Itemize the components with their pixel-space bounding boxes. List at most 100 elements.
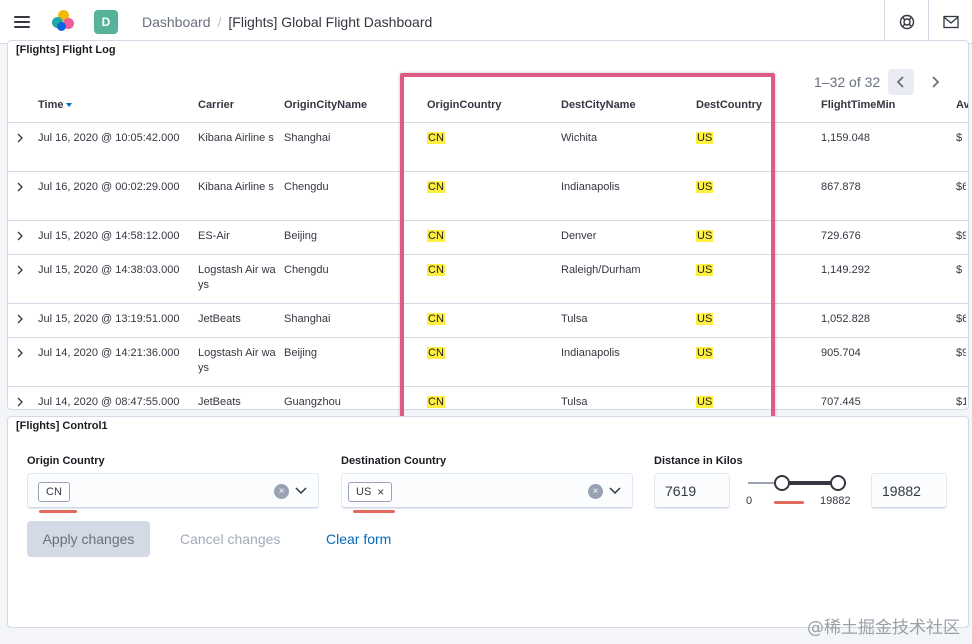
sort-down-icon bbox=[66, 103, 73, 108]
cell-dest-city: Wichita bbox=[561, 132, 598, 144]
annotation-underline bbox=[39, 510, 77, 513]
chevron-down-icon[interactable] bbox=[609, 486, 621, 496]
column-header-dest-country[interactable]: DestCountry bbox=[696, 99, 762, 111]
slider-max-label: 19882 bbox=[820, 495, 851, 507]
column-header-avg-price[interactable]: Av bbox=[956, 99, 968, 111]
cell-origin-country: CN bbox=[427, 181, 445, 193]
cell-time: Jul 14, 2020 @ 14:21:36.000 bbox=[38, 347, 180, 359]
cell-flight-time: 905.704 bbox=[821, 347, 861, 359]
origin-country-combobox[interactable]: CN × bbox=[27, 473, 319, 509]
annotation-underline bbox=[774, 501, 804, 504]
clear-icon[interactable]: × bbox=[274, 484, 289, 499]
slider-lower-thumb[interactable] bbox=[774, 475, 791, 491]
remove-option-icon[interactable]: × bbox=[377, 485, 384, 499]
distance-max-input[interactable]: 19882 bbox=[871, 473, 947, 509]
cell-flight-time: 867.878 bbox=[821, 181, 861, 193]
cell-flight-time: 1,159.048 bbox=[821, 132, 870, 144]
cell-dest-city: Raleigh/Durham bbox=[561, 264, 641, 276]
cell-dest-country: US bbox=[696, 132, 714, 144]
cell-carrier: Logstash Air ways bbox=[198, 347, 276, 374]
cell-origin-country: CN bbox=[427, 313, 445, 325]
cell-dest-country: US bbox=[696, 230, 714, 242]
news-button[interactable] bbox=[928, 0, 972, 44]
table-row: Jul 15, 2020 @ 13:19:51.000 JetBeats Shang… bbox=[8, 304, 968, 338]
expand-row-icon[interactable] bbox=[16, 314, 24, 324]
destination-country-combobox[interactable]: US × × bbox=[341, 473, 633, 509]
distance-min-input[interactable]: 7619 bbox=[654, 473, 730, 509]
table-row: Jul 14, 2020 @ 14:21:36.000 Logstash Air … bbox=[8, 338, 968, 387]
cell-avg: $6 bbox=[956, 181, 966, 193]
panel-title: [Flights] Control1 bbox=[16, 420, 108, 432]
help-button[interactable] bbox=[884, 0, 928, 44]
expand-row-icon[interactable] bbox=[16, 397, 24, 407]
cell-origin-city: Shanghai bbox=[284, 313, 331, 325]
cell-origin-city: Beijing bbox=[284, 230, 318, 242]
clear-form-button[interactable]: Clear form bbox=[326, 531, 391, 547]
hamburger-menu-icon[interactable] bbox=[0, 0, 44, 44]
annotation-underline bbox=[353, 510, 395, 513]
cell-time: Jul 14, 2020 @ 08:47:55.000 bbox=[38, 396, 180, 408]
cell-origin-country: CN bbox=[427, 264, 445, 276]
cell-dest-country: US bbox=[696, 396, 714, 408]
cell-avg: $9 bbox=[956, 230, 966, 242]
distance-label: Distance in Kilos bbox=[654, 455, 743, 467]
table-header: Time Carrier OriginCityName OriginCountr… bbox=[8, 89, 968, 123]
cell-dest-country: US bbox=[696, 181, 714, 193]
cell-avg: $1 bbox=[956, 396, 966, 408]
cell-time: Jul 15, 2020 @ 14:38:03.000 bbox=[38, 264, 180, 276]
expand-row-icon[interactable] bbox=[16, 231, 24, 241]
cell-avg: $6 bbox=[956, 313, 966, 325]
cell-origin-country: CN bbox=[427, 132, 445, 144]
table-row: Jul 14, 2020 @ 08:47:55.000 JetBeats Guang… bbox=[8, 387, 968, 409]
cell-carrier: Kibana Airline s bbox=[198, 181, 274, 193]
chevron-right-icon bbox=[932, 76, 940, 88]
breadcrumb-separator: / bbox=[217, 13, 222, 30]
column-header-flight-time[interactable]: FlightTimeMin bbox=[821, 99, 895, 111]
cell-flight-time: 1,052.828 bbox=[821, 313, 870, 325]
column-header-dest-city[interactable]: DestCityName bbox=[561, 99, 636, 111]
cancel-changes-button[interactable]: Cancel changes bbox=[180, 531, 280, 547]
breadcrumb: Dashboard / [Flights] Global Flight Dash… bbox=[142, 14, 432, 30]
selected-option-pill[interactable]: CN bbox=[38, 482, 70, 502]
expand-row-icon[interactable] bbox=[16, 133, 24, 143]
flight-log-panel: [Flights] Flight Log 1–32 of 32 Time Car… bbox=[7, 40, 969, 410]
cell-carrier: Logstash Air ways bbox=[198, 264, 276, 291]
cell-origin-city: Chengdu bbox=[284, 264, 329, 276]
expand-row-icon[interactable] bbox=[16, 182, 24, 192]
slider-upper-thumb[interactable] bbox=[830, 475, 846, 491]
elastic-logo-icon[interactable] bbox=[52, 9, 76, 34]
cell-dest-city: Tulsa bbox=[561, 396, 588, 408]
cell-origin-city: Shanghai bbox=[284, 132, 331, 144]
clear-icon[interactable]: × bbox=[588, 484, 603, 499]
column-header-origin-city[interactable]: OriginCityName bbox=[284, 99, 367, 111]
cell-origin-city: Beijing bbox=[284, 347, 318, 359]
expand-row-icon[interactable] bbox=[16, 265, 24, 275]
origin-country-label: Origin Country bbox=[27, 455, 105, 467]
cell-dest-country: US bbox=[696, 264, 714, 276]
cell-origin-country: CN bbox=[427, 347, 445, 359]
table-row: Jul 15, 2020 @ 14:58:12.000 ES-Air Beijing… bbox=[8, 221, 968, 255]
column-header-time[interactable]: Time bbox=[38, 99, 73, 111]
cell-flight-time: 1,149.292 bbox=[821, 264, 870, 276]
top-header: D Dashboard / [Flights] Global Flight Da… bbox=[0, 0, 972, 44]
cell-dest-country: US bbox=[696, 347, 714, 359]
table-row: Jul 15, 2020 @ 14:38:03.000 Logstash Air … bbox=[8, 255, 968, 304]
column-header-origin-country[interactable]: OriginCountry bbox=[427, 99, 502, 111]
cell-origin-country: CN bbox=[427, 230, 445, 242]
cell-origin-city: Guangzhou bbox=[284, 396, 341, 408]
selected-option-pill[interactable]: US × bbox=[348, 482, 393, 502]
panel-title: [Flights] Flight Log bbox=[16, 44, 116, 56]
controls-panel: [Flights] Control1 Origin Country CN × D… bbox=[7, 416, 969, 628]
cell-time: Jul 16, 2020 @ 00:02:29.000 bbox=[38, 181, 180, 193]
apply-changes-button[interactable]: Apply changes bbox=[27, 521, 150, 557]
cell-time: Jul 15, 2020 @ 14:58:12.000 bbox=[38, 230, 180, 242]
chevron-down-icon[interactable] bbox=[295, 486, 307, 496]
space-avatar[interactable]: D bbox=[94, 9, 118, 34]
chevron-left-icon bbox=[896, 76, 904, 88]
breadcrumb-dashboard[interactable]: Dashboard bbox=[142, 14, 211, 30]
cell-dest-city: Tulsa bbox=[561, 313, 588, 325]
table-row: Jul 16, 2020 @ 00:02:29.000 Kibana Airlin… bbox=[8, 172, 968, 221]
destination-country-label: Destination Country bbox=[341, 455, 447, 467]
expand-row-icon[interactable] bbox=[16, 348, 24, 358]
column-header-carrier[interactable]: Carrier bbox=[198, 99, 234, 111]
